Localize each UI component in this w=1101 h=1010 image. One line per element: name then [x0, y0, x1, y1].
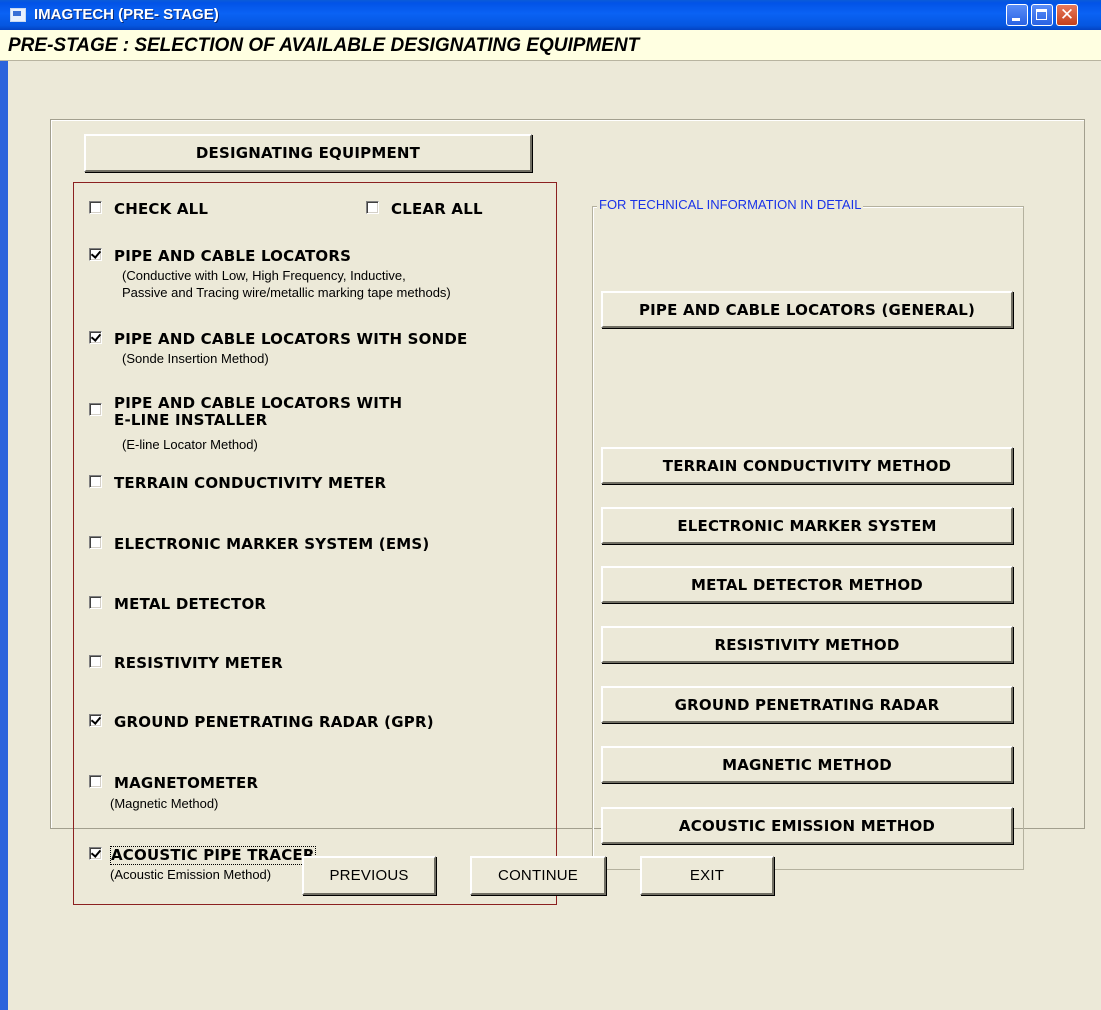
note-line: Passive and Tracing wire/metallic markin…	[122, 285, 451, 300]
window-left-edge	[0, 61, 8, 1010]
equipment-item-acoustic-pipe-tracer[interactable]: ACOUSTIC PIPE TRACER	[89, 846, 316, 865]
technical-info-legend: FOR TECHNICAL INFORMATION IN DETAIL	[597, 197, 864, 212]
minimize-icon	[1012, 18, 1020, 21]
continue-button[interactable]: CONTINUE	[470, 856, 606, 895]
equipment-item-metal-detector[interactable]: METAL DETECTOR	[89, 596, 266, 613]
magnetometer-checkbox[interactable]	[89, 775, 102, 788]
label-line: PIPE AND CABLE LOCATORS WITH	[114, 394, 403, 412]
pipe-cable-locators-eline-checkbox[interactable]	[89, 403, 102, 416]
electronic-marker-system-checkbox[interactable]	[89, 536, 102, 549]
acoustic-emission-method-button[interactable]: ACOUSTIC EMISSION METHOD	[601, 807, 1013, 844]
equipment-item-label: ACOUSTIC PIPE TRACER	[110, 846, 316, 865]
magnetic-method-button[interactable]: MAGNETIC METHOD	[601, 746, 1013, 783]
equipment-item-note: (Acoustic Emission Method)	[110, 867, 272, 882]
previous-button[interactable]: PREVIOUS	[302, 856, 436, 895]
pipe-cable-locators-checkbox[interactable]	[89, 248, 102, 261]
equipment-item-electronic-marker-system[interactable]: ELECTRONIC MARKER SYSTEM (EMS)	[89, 536, 429, 553]
maximize-button[interactable]	[1031, 4, 1053, 26]
ground-penetrating-radar-checkbox[interactable]	[89, 714, 102, 727]
equipment-item-terrain-conductivity-meter[interactable]: TERRAIN CONDUCTIVITY METER	[89, 475, 386, 492]
equipment-item-label: TERRAIN CONDUCTIVITY METER	[114, 474, 387, 492]
terrain-conductivity-meter-checkbox[interactable]	[89, 475, 102, 488]
designating-equipment-button[interactable]: DESIGNATING EQUIPMENT	[84, 134, 532, 172]
equipment-item-label: METAL DETECTOR	[114, 595, 267, 613]
equipment-item-label: RESISTIVITY METER	[114, 654, 283, 672]
equipment-item-note: (E-line Locator Method)	[122, 437, 258, 452]
close-button[interactable]: ✕	[1056, 4, 1078, 26]
check-all-label: CHECK ALL	[114, 200, 209, 218]
equipment-item-label: ELECTRONIC MARKER SYSTEM (EMS)	[114, 535, 430, 553]
equipment-item-pipe-cable-locators-eline[interactable]: PIPE AND CABLE LOCATORS WITH E-LINE INST…	[89, 395, 402, 429]
equipment-item-resistivity-meter[interactable]: RESISTIVITY METER	[89, 655, 283, 672]
equipment-item-label: PIPE AND CABLE LOCATORS WITH E-LINE INST…	[114, 395, 402, 429]
app-icon	[10, 8, 26, 22]
maximize-icon	[1036, 9, 1047, 20]
ground-penetrating-radar-button[interactable]: GROUND PENETRATING RADAR	[601, 686, 1013, 723]
equipment-item-ground-penetrating-radar[interactable]: GROUND PENETRATING RADAR (GPR)	[89, 714, 434, 731]
equipment-item-pipe-cable-locators[interactable]: PIPE AND CABLE LOCATORS	[89, 248, 351, 265]
electronic-marker-system-button[interactable]: ELECTRONIC MARKER SYSTEM	[601, 507, 1013, 544]
exit-button[interactable]: EXIT	[640, 856, 774, 895]
close-icon: ✕	[1059, 5, 1075, 25]
minimize-button[interactable]	[1006, 4, 1028, 26]
equipment-item-label: GROUND PENETRATING RADAR (GPR)	[114, 713, 434, 731]
title-bar: IMAGTECH (PRE- STAGE) ✕	[0, 0, 1101, 30]
check-all-checkbox[interactable]	[89, 201, 102, 214]
equipment-item-label: MAGNETOMETER	[114, 774, 259, 792]
equipment-item-label: PIPE AND CABLE LOCATORS WITH SONDE	[114, 330, 468, 348]
equipment-item-note: (Magnetic Method)	[110, 796, 219, 811]
resistivity-meter-checkbox[interactable]	[89, 655, 102, 668]
metal-detector-checkbox[interactable]	[89, 596, 102, 609]
equipment-item-magnetometer[interactable]: MAGNETOMETER	[89, 775, 258, 792]
clear-all-checkbox[interactable]	[366, 201, 379, 214]
window-title: IMAGTECH (PRE- STAGE)	[34, 6, 219, 23]
terrain-conductivity-method-button[interactable]: TERRAIN CONDUCTIVITY METHOD	[601, 447, 1013, 484]
equipment-item-pipe-cable-locators-sonde[interactable]: PIPE AND CABLE LOCATORS WITH SONDE	[89, 331, 467, 348]
equipment-item-note: (Sonde Insertion Method)	[122, 351, 269, 366]
page-header: PRE-STAGE : SELECTION OF AVAILABLE DESIG…	[0, 30, 1101, 61]
acoustic-pipe-tracer-checkbox[interactable]	[89, 847, 102, 860]
check-all-option[interactable]: CHECK ALL	[89, 201, 208, 218]
resistivity-method-button[interactable]: RESISTIVITY METHOD	[601, 626, 1013, 663]
pipe-cable-locators-general-button[interactable]: PIPE AND CABLE LOCATORS (GENERAL)	[601, 291, 1013, 328]
equipment-item-label: PIPE AND CABLE LOCATORS	[114, 247, 352, 265]
note-line: (Conductive with Low, High Frequency, In…	[122, 268, 406, 283]
clear-all-label: CLEAR ALL	[391, 200, 483, 218]
pipe-cable-locators-sonde-checkbox[interactable]	[89, 331, 102, 344]
label-line: E-LINE INSTALLER	[114, 411, 268, 429]
equipment-item-note: (Conductive with Low, High Frequency, In…	[122, 267, 451, 301]
clear-all-option[interactable]: CLEAR ALL	[366, 201, 483, 218]
metal-detector-method-button[interactable]: METAL DETECTOR METHOD	[601, 566, 1013, 603]
page-title: PRE-STAGE : SELECTION OF AVAILABLE DESIG…	[8, 35, 640, 56]
